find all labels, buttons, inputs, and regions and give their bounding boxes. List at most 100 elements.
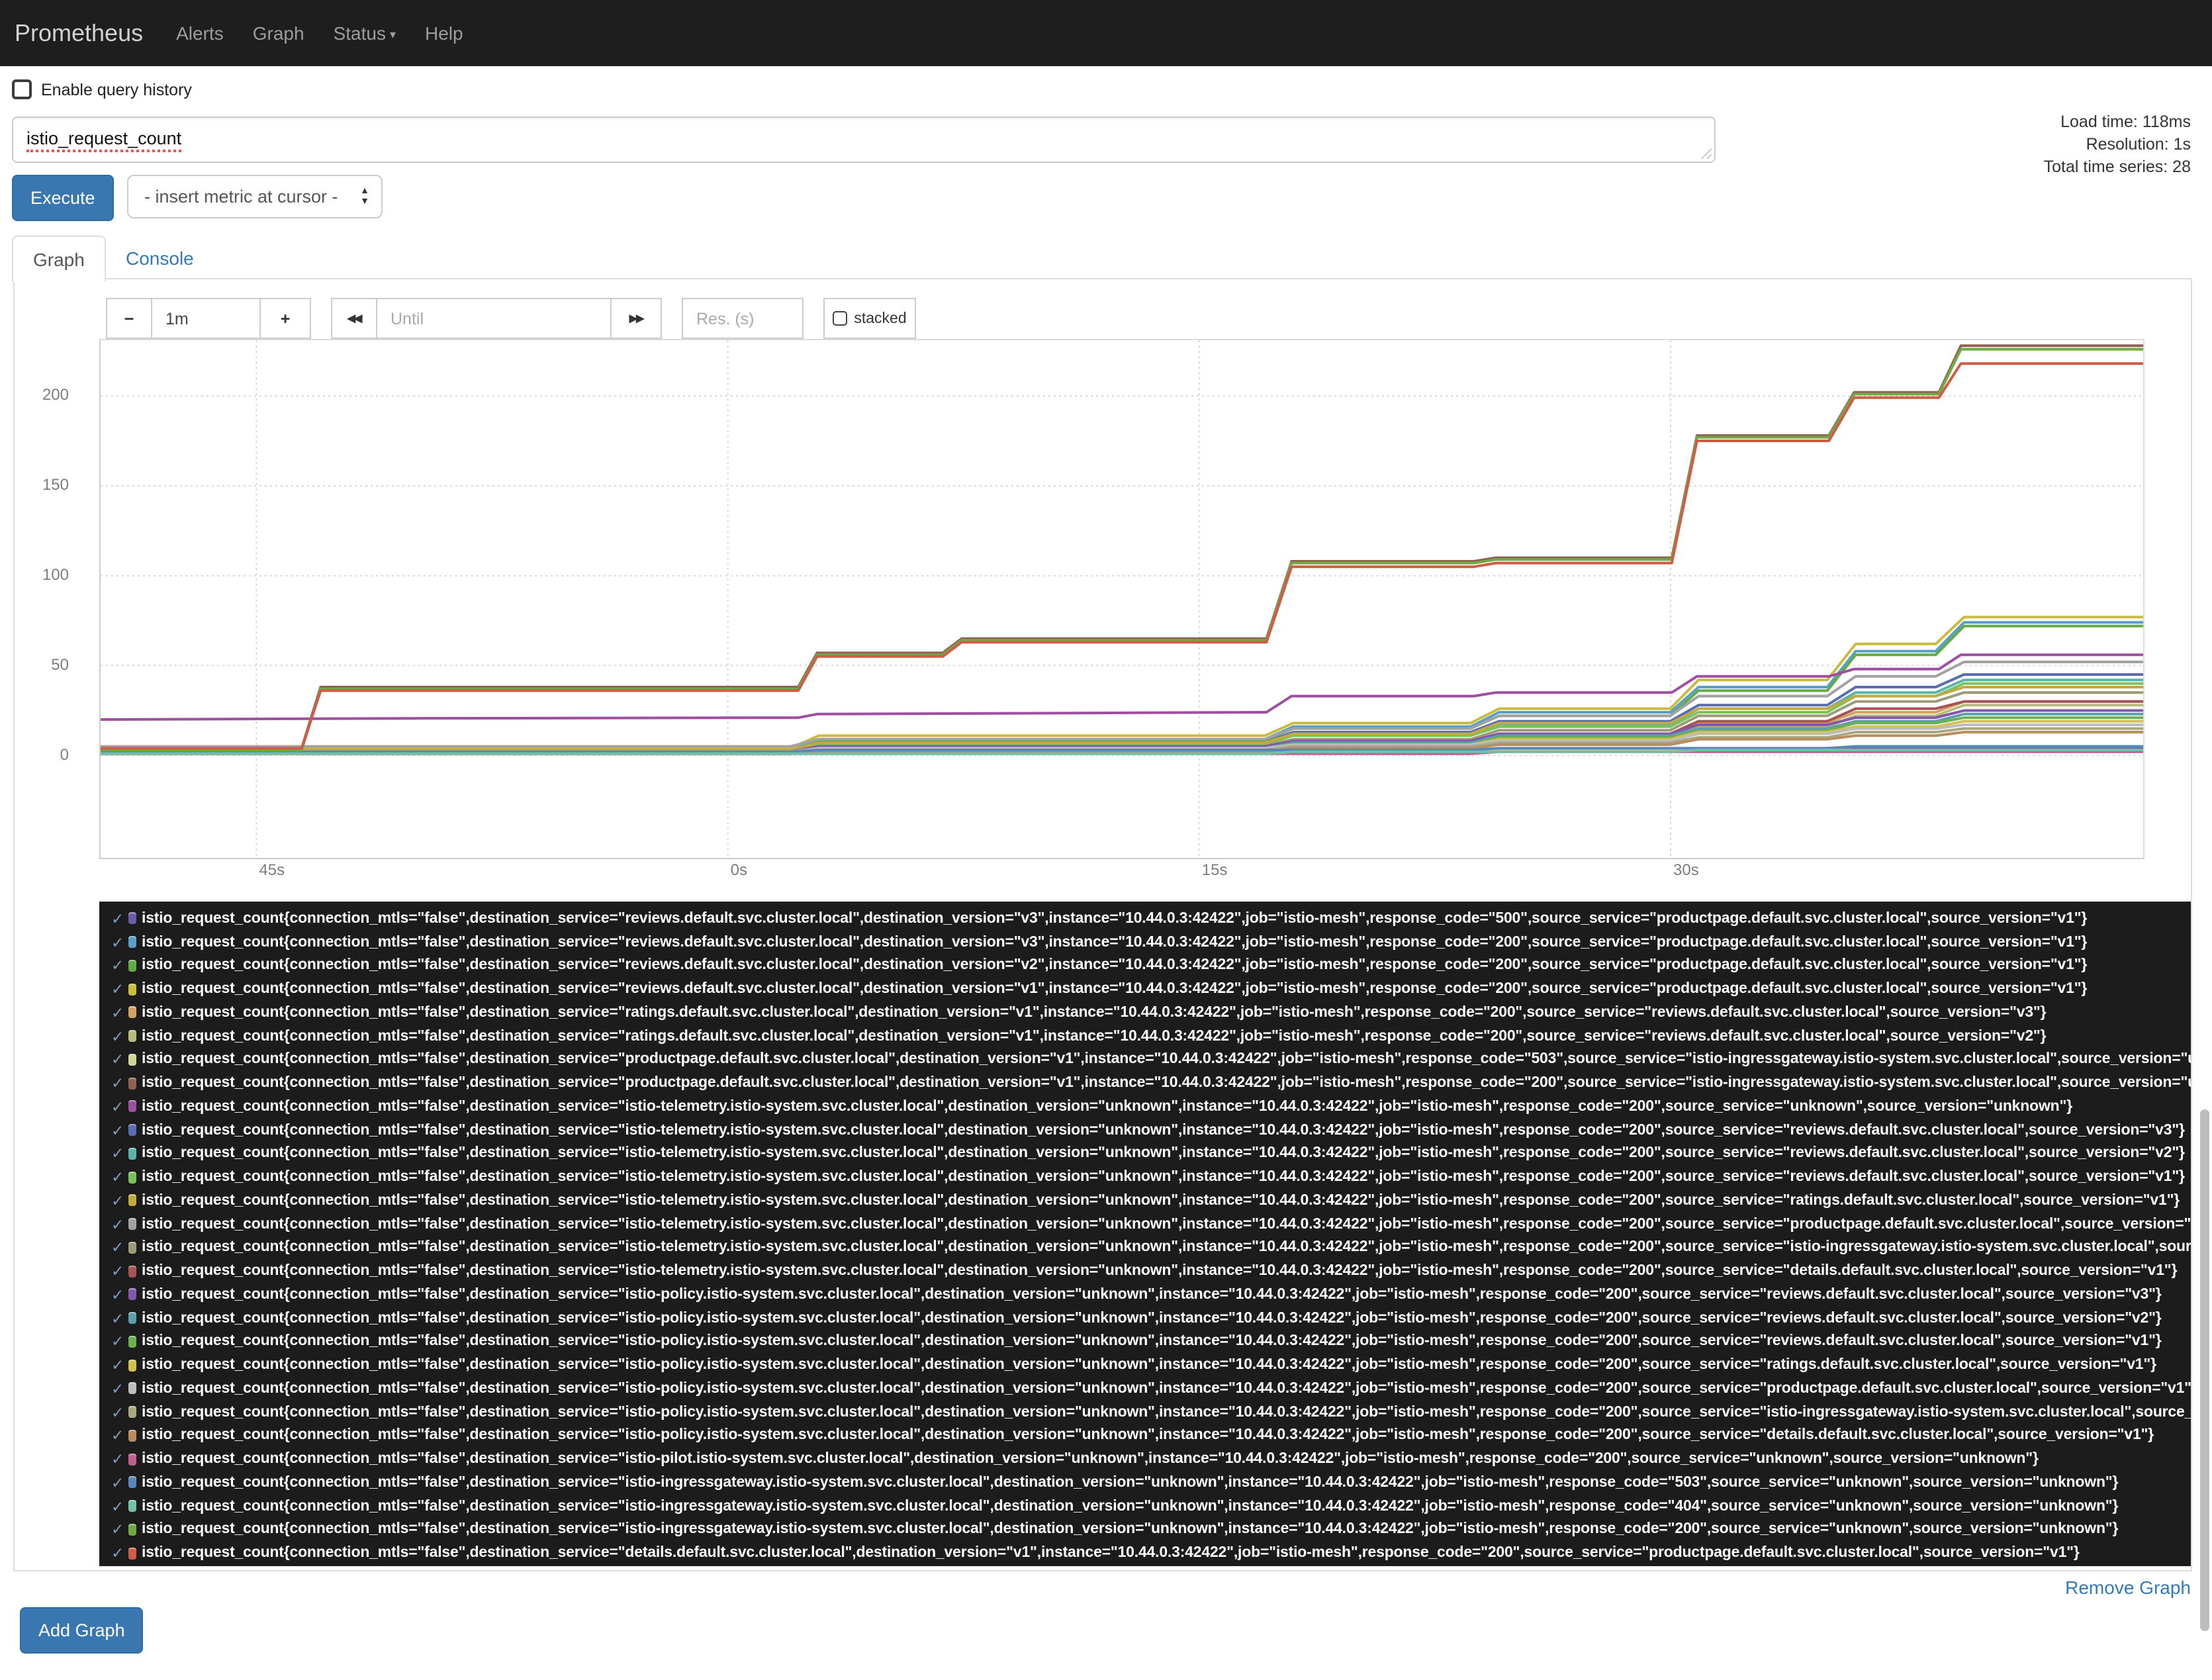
- add-graph-button[interactable]: Add Graph: [20, 1607, 144, 1654]
- total-time-series: Total time series: 28: [2043, 158, 2191, 176]
- legend-item[interactable]: ✓ istio_request_count{connection_mtls="fa…: [99, 1307, 2191, 1330]
- time-back-button[interactable]: ◀◀: [331, 298, 377, 339]
- resize-grip-icon[interactable]: [1700, 147, 1712, 159]
- query-input[interactable]: istio_request_count: [12, 117, 1716, 163]
- legend-item[interactable]: ✓ istio_request_count{connection_mtls="fa…: [99, 1095, 2191, 1119]
- legend-item[interactable]: ✓ istio_request_count{connection_mtls="fa…: [99, 1189, 2191, 1213]
- legend-item[interactable]: ✓ istio_request_count{connection_mtls="fa…: [99, 1448, 2191, 1471]
- legend-item[interactable]: ✓ istio_request_count{connection_mtls="fa…: [99, 1213, 2191, 1237]
- nav-item-status[interactable]: Status ▾: [319, 0, 410, 67]
- check-icon: ✓: [111, 1452, 124, 1469]
- check-icon: ✓: [111, 1099, 124, 1116]
- legend-item[interactable]: ✓ istio_request_count{connection_mtls="fa…: [99, 1354, 2191, 1377]
- series-color-swatch: [128, 1382, 136, 1395]
- x-axis-label: 0s: [730, 861, 747, 879]
- range-decrease-button[interactable]: −: [106, 298, 152, 339]
- nav-item-alerts[interactable]: Alerts: [161, 0, 238, 66]
- resolution-input[interactable]: [694, 308, 802, 329]
- legend-label: istio_request_count{connection_mtls="fal…: [142, 1474, 2119, 1491]
- check-icon: ✓: [111, 1123, 124, 1140]
- legend-label: istio_request_count{connection_mtls="fal…: [142, 1427, 2154, 1444]
- tab-graph[interactable]: Graph: [12, 236, 106, 282]
- check-icon: ✓: [111, 1381, 124, 1398]
- series-color-swatch: [128, 1476, 136, 1489]
- legend-item[interactable]: ✓ istio_request_count{connection_mtls="fa…: [99, 1424, 2191, 1448]
- legend-item[interactable]: ✓ istio_request_count{connection_mtls="fa…: [99, 1471, 2191, 1495]
- series-color-swatch: [128, 1265, 136, 1278]
- check-icon: ✓: [111, 1428, 124, 1445]
- legend-item[interactable]: ✓ istio_request_count{connection_mtls="fa…: [99, 1330, 2191, 1354]
- until-input[interactable]: [388, 308, 610, 329]
- legend-item[interactable]: ✓ istio_request_count{connection_mtls="fa…: [99, 1283, 2191, 1307]
- time-forward-button[interactable]: ▶▶: [610, 298, 662, 339]
- legend-item[interactable]: ✓ istio_request_count{connection_mtls="fa…: [99, 1495, 2191, 1518]
- chart-plot-area[interactable]: [99, 339, 2144, 859]
- check-icon: ✓: [111, 1287, 124, 1304]
- until-input-wrap: [376, 298, 612, 339]
- metric-select[interactable]: - insert metric at cursor - ▲ ▼: [127, 175, 383, 218]
- execute-button[interactable]: Execute: [12, 175, 114, 221]
- y-axis-label: 200: [42, 385, 69, 404]
- legend-item[interactable]: ✓ istio_request_count{connection_mtls="fa…: [99, 1166, 2191, 1190]
- series-color-swatch: [128, 1194, 136, 1207]
- nav-item-help[interactable]: Help: [410, 0, 478, 66]
- legend-item[interactable]: ✓ istio_request_count{connection_mtls="fa…: [99, 1518, 2191, 1542]
- legend-label: istio_request_count{connection_mtls="fal…: [142, 1286, 2162, 1303]
- resolution-input-wrap: [682, 298, 804, 339]
- legend-item[interactable]: ✓ istio_request_count{connection_mtls="fa…: [99, 907, 2191, 931]
- legend-item[interactable]: ✓ istio_request_count{connection_mtls="fa…: [99, 1236, 2191, 1260]
- select-arrows-icon: ▲ ▼: [360, 187, 369, 207]
- series-color-swatch: [128, 1218, 136, 1231]
- check-icon: ✓: [111, 1358, 124, 1375]
- range-increase-button[interactable]: +: [259, 298, 311, 339]
- legend-item[interactable]: ✓ istio_request_count{connection_mtls="fa…: [99, 1260, 2191, 1283]
- legend-item[interactable]: ✓ istio_request_count{connection_mtls="fa…: [99, 1542, 2191, 1565]
- range-input[interactable]: [163, 308, 259, 329]
- legend-label: istio_request_count{connection_mtls="fal…: [142, 1498, 2119, 1515]
- query-text: istio_request_count: [26, 128, 182, 152]
- brand-prometheus[interactable]: Prometheus: [15, 19, 143, 47]
- page-scrollbar-thumb[interactable]: [2200, 1109, 2209, 1631]
- series-color-swatch: [128, 1030, 136, 1043]
- legend-item[interactable]: ✓ istio_request_count{connection_mtls="fa…: [99, 931, 2191, 955]
- check-icon: ✓: [111, 1146, 124, 1163]
- query-history-checkbox[interactable]: [12, 79, 32, 99]
- legend-item[interactable]: ✓ istio_request_count{connection_mtls="fa…: [99, 954, 2191, 978]
- y-axis-label: 0: [60, 745, 69, 764]
- x-axis-label: 45s: [259, 861, 285, 879]
- legend-label: istio_request_count{connection_mtls="fal…: [142, 1004, 2047, 1021]
- series-color-swatch: [128, 1500, 136, 1513]
- series-color-swatch: [128, 1547, 136, 1560]
- x-axis-label: 15s: [1201, 861, 1228, 879]
- legend-label: istio_request_count{connection_mtls="fal…: [142, 1380, 2191, 1397]
- legend-item[interactable]: ✓ istio_request_count{connection_mtls="fa…: [99, 1072, 2191, 1096]
- check-icon: ✓: [111, 911, 124, 928]
- check-icon: ✓: [111, 1076, 124, 1093]
- remove-graph-link[interactable]: Remove Graph: [2065, 1577, 2191, 1598]
- legend-item[interactable]: ✓ istio_request_count{connection_mtls="fa…: [99, 1377, 2191, 1401]
- stacked-label: stacked: [854, 310, 907, 326]
- legend-item[interactable]: ✓ istio_request_count{connection_mtls="fa…: [99, 1142, 2191, 1166]
- legend-item[interactable]: ✓ istio_request_count{connection_mtls="fa…: [99, 978, 2191, 1002]
- series-color-swatch: [128, 1006, 136, 1019]
- series-legend: ✓ istio_request_count{connection_mtls="fa…: [99, 902, 2191, 1566]
- stacked-checkbox[interactable]: [833, 311, 848, 326]
- check-icon: ✓: [111, 1546, 124, 1563]
- check-icon: ✓: [111, 1522, 124, 1539]
- check-icon: ✓: [111, 958, 124, 975]
- chevron-down-icon: ▾: [389, 27, 396, 40]
- tab-console[interactable]: Console: [106, 236, 214, 279]
- series-color-swatch: [128, 1453, 136, 1466]
- series-color-swatch: [128, 1359, 136, 1372]
- legend-item[interactable]: ✓ istio_request_count{connection_mtls="fa…: [99, 1119, 2191, 1143]
- legend-item[interactable]: ✓ istio_request_count{connection_mtls="fa…: [99, 1025, 2191, 1049]
- legend-label: istio_request_count{connection_mtls="fal…: [142, 1216, 2191, 1233]
- query-history-row: Enable query history: [12, 79, 192, 99]
- legend-item[interactable]: ✓ istio_request_count{connection_mtls="fa…: [99, 1048, 2191, 1072]
- legend-label: istio_request_count{connection_mtls="fal…: [142, 934, 2088, 951]
- legend-item[interactable]: ✓ istio_request_count{connection_mtls="fa…: [99, 1401, 2191, 1424]
- nav-item-graph[interactable]: Graph: [238, 0, 319, 66]
- y-axis-label: 150: [42, 475, 69, 494]
- legend-item[interactable]: ✓ istio_request_count{connection_mtls="fa…: [99, 1001, 2191, 1025]
- stacked-toggle[interactable]: stacked: [823, 298, 916, 339]
